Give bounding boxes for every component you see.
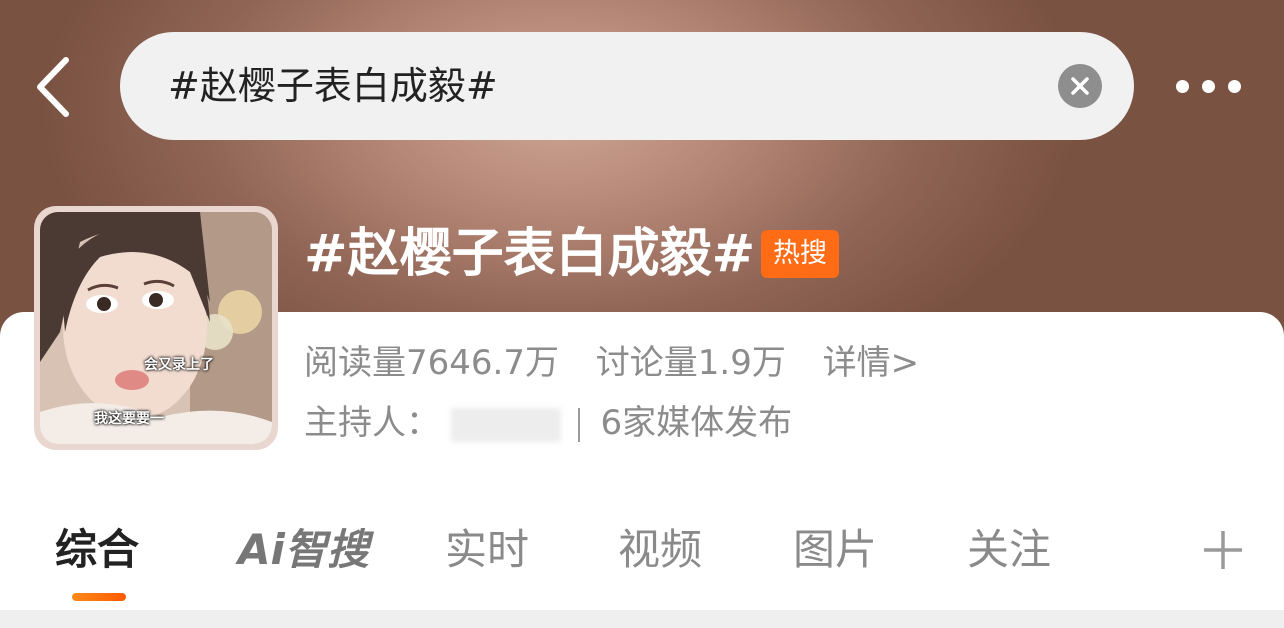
cover-caption: 会又录上了 <box>144 357 214 373</box>
tab-images[interactable]: 图片 <box>793 524 877 576</box>
media-count[interactable]: 6家媒体发布 <box>600 403 792 443</box>
topic-cover-image[interactable]: 会又录上了 我这要要一 <box>34 206 278 450</box>
tab-following[interactable]: 关注 <box>967 524 1051 576</box>
tab-comprehensive[interactable]: 综合 <box>55 524 139 576</box>
add-tab-button[interactable] <box>1200 527 1246 573</box>
more-dot <box>1228 80 1241 93</box>
details-link[interactable]: 详情> <box>823 343 920 383</box>
topic-stats: 阅读量7646.7万 讨论量1.9万 详情> <box>304 340 945 386</box>
close-icon <box>1071 77 1089 95</box>
host-name-blurred[interactable] <box>450 407 561 442</box>
search-input[interactable]: #赵樱子表白成毅# <box>168 62 498 110</box>
more-dot <box>1202 80 1215 93</box>
divider <box>577 407 580 442</box>
back-button[interactable] <box>30 52 80 122</box>
chevron-left-icon <box>37 57 69 117</box>
plus-icon <box>1204 531 1242 569</box>
search-bar[interactable]: #赵樱子表白成毅# <box>120 32 1134 140</box>
tab-realtime[interactable]: 实时 <box>445 524 529 576</box>
more-options-button[interactable] <box>1168 70 1248 102</box>
host-label: 主持人： <box>304 403 440 443</box>
active-tab-indicator <box>72 593 126 601</box>
tab-ai-search[interactable]: Ai智搜 <box>238 524 369 576</box>
read-count: 阅读量7646.7万 <box>304 343 559 383</box>
topic-title: #赵樱子表白成毅# <box>304 224 756 284</box>
host-row: 主持人： 6家媒体发布 <box>304 400 792 446</box>
clear-search-button[interactable] <box>1058 64 1102 108</box>
more-dots-icon <box>1176 80 1189 93</box>
cover-photo: 会又录上了 我这要要一 <box>40 212 272 444</box>
tab-video[interactable]: 视频 <box>618 524 702 576</box>
discussion-count: 讨论量1.9万 <box>595 343 786 383</box>
content-divider <box>0 610 1284 628</box>
cover-caption: 我这要要一 <box>94 411 164 427</box>
hot-search-badge: 热搜 <box>761 230 839 278</box>
